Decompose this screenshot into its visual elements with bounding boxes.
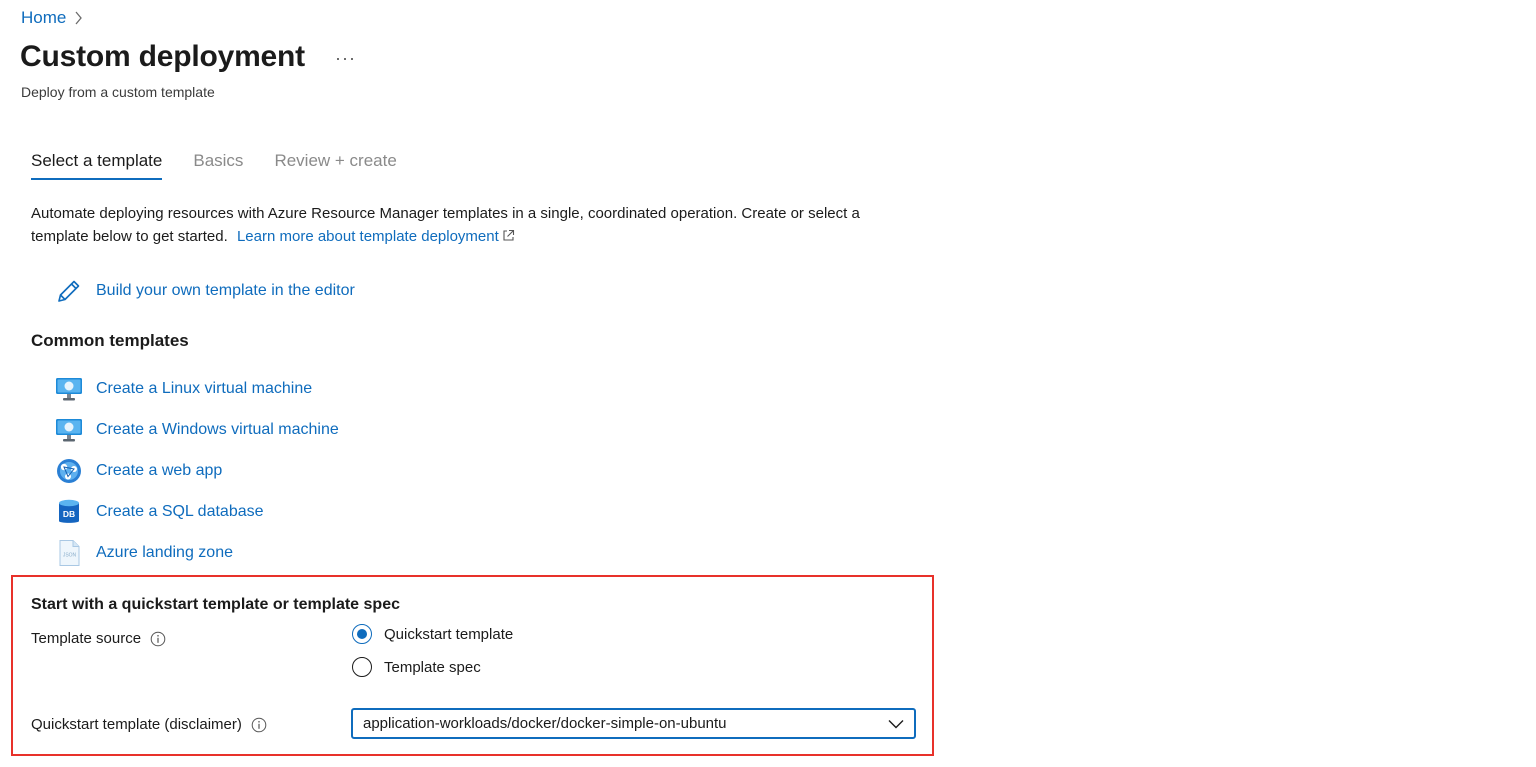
template-azure-landing-zone-label: Azure landing zone — [96, 544, 233, 561]
template-linux-vm-link[interactable]: Create a Linux virtual machine — [54, 374, 312, 404]
radio-button-checked[interactable] — [352, 624, 372, 644]
template-windows-vm-link[interactable]: Create a Windows virtual machine — [54, 415, 339, 445]
template-web-app-label: Create a web app — [96, 462, 223, 479]
virtual-machine-icon — [54, 415, 84, 445]
template-azure-landing-zone-link[interactable]: JSON Azure landing zone — [54, 538, 233, 568]
page-subtitle: Deploy from a custom template — [21, 84, 215, 100]
build-own-template-link[interactable]: Build your own template in the editor — [54, 276, 355, 306]
intro-description: Automate deploying resources with Azure … — [31, 202, 911, 249]
quickstart-heading: Start with a quickstart template or temp… — [31, 596, 400, 613]
template-source-label-text: Template source — [31, 630, 142, 647]
quickstart-template-dropdown[interactable]: application-workloads/docker/docker-simp… — [351, 708, 916, 739]
radio-template-spec-label: Template spec — [384, 658, 481, 676]
template-windows-vm-label: Create a Windows virtual machine — [96, 421, 339, 438]
quickstart-template-label: Quickstart template (disclaimer) — [31, 716, 267, 733]
json-file-icon: JSON — [54, 538, 84, 568]
title-row: Custom deployment ··· — [20, 40, 356, 74]
radio-template-spec[interactable]: Template spec — [352, 657, 481, 677]
template-sql-database-link[interactable]: DB Create a SQL database — [54, 497, 264, 527]
quickstart-template-selected-value: application-workloads/docker/docker-simp… — [363, 715, 727, 732]
template-linux-vm-label: Create a Linux virtual machine — [96, 380, 313, 397]
radio-quickstart-template-label: Quickstart template — [384, 625, 514, 643]
template-sql-database-label: Create a SQL database — [96, 503, 264, 520]
svg-text:DB: DB — [63, 509, 75, 519]
external-link-icon — [502, 226, 515, 249]
learn-more-link-label: Learn more about template deployment — [236, 228, 499, 245]
info-icon[interactable] — [251, 717, 267, 733]
breadcrumb-home-link[interactable]: Home — [21, 8, 66, 28]
more-options-button[interactable]: ··· — [335, 48, 356, 69]
radio-quickstart-template[interactable]: Quickstart template — [352, 624, 513, 644]
virtual-machine-icon — [54, 374, 84, 404]
svg-text:JSON: JSON — [63, 553, 77, 559]
web-app-icon — [54, 456, 84, 486]
quickstart-template-label-text: Quickstart template (disclaimer) — [31, 716, 242, 733]
page-title: Custom deployment — [20, 40, 305, 73]
chevron-down-icon — [888, 719, 904, 729]
tab-select-a-template[interactable]: Select a template — [31, 151, 163, 180]
tab-basics[interactable]: Basics — [193, 151, 243, 180]
custom-deployment-page: Home Custom deployment ··· Deploy from a… — [0, 0, 1536, 767]
common-templates-heading: Common templates — [31, 331, 189, 350]
chevron-right-icon — [74, 11, 83, 25]
breadcrumb: Home — [21, 8, 83, 28]
learn-more-link[interactable]: Learn more about template deployment — [237, 228, 515, 245]
info-icon[interactable] — [150, 631, 166, 647]
sql-database-icon: DB — [54, 497, 84, 527]
wizard-tabs: Select a template Basics Review + create — [31, 151, 397, 180]
template-source-label: Template source — [31, 630, 166, 647]
template-web-app-link[interactable]: Create a web app — [54, 456, 222, 486]
radio-button-unchecked[interactable] — [352, 657, 372, 677]
build-own-template-label: Build your own template in the editor — [96, 282, 355, 299]
pencil-icon — [54, 276, 84, 306]
tab-review-create[interactable]: Review + create — [274, 151, 396, 180]
